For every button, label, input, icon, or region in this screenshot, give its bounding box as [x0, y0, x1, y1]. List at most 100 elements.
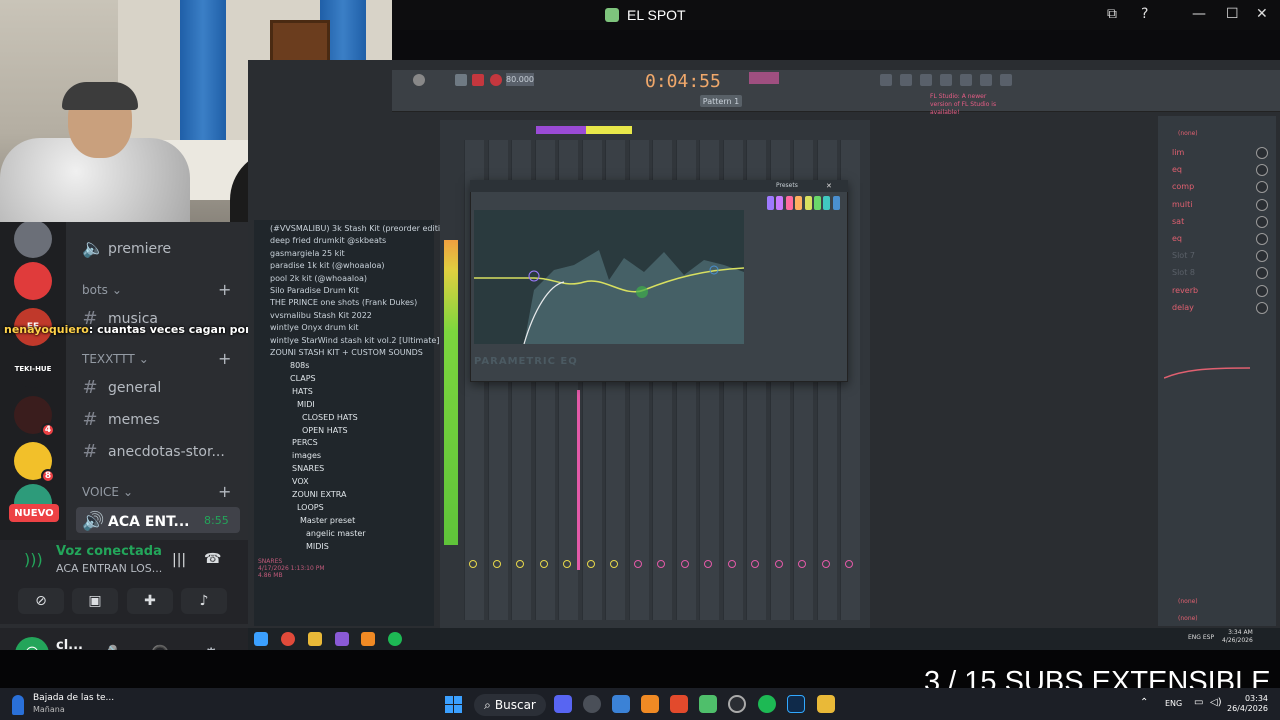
eq-band-button[interactable]	[795, 196, 803, 210]
fl-logo-icon[interactable]	[413, 74, 425, 86]
category-voice[interactable]: VOICE ⌄	[82, 485, 133, 499]
browser-item[interactable]: gasmargiela 25 kit	[270, 249, 345, 258]
browser-subfolder[interactable]: MIDI	[297, 400, 315, 409]
eq-band-button[interactable]	[767, 196, 774, 210]
fl-studio-taskbar-icon[interactable]	[641, 695, 659, 713]
mixer-knob[interactable]	[774, 560, 783, 568]
fx-mix-knob[interactable]	[1256, 215, 1268, 228]
fx-mix-knob[interactable]	[1256, 284, 1268, 297]
browser-item[interactable]: deep fried drumkit @skbeats	[270, 236, 386, 245]
weather-icon[interactable]	[12, 695, 24, 715]
close-button[interactable]: ✕	[1256, 6, 1268, 22]
server-icon-5[interactable]: 4	[14, 396, 55, 437]
browser-subfolder[interactable]: PERCS	[292, 438, 318, 447]
server-icon-teki-hue[interactable]: TEKI-HUE	[14, 350, 52, 388]
mixer-knob[interactable]	[469, 560, 477, 568]
play-icon[interactable]	[455, 74, 467, 86]
eq-band-button[interactable]	[804, 196, 812, 210]
activities-button[interactable]: ✚	[127, 588, 173, 614]
browser-item[interactable]: ZOUNI STASH KIT + CUSTOM SOUNDS	[270, 348, 423, 357]
camera-off-button[interactable]: ⊘	[18, 588, 64, 614]
browser-item[interactable]: (#VVSMALIBU) 3k Stash Kit (preorder edit…	[270, 224, 453, 233]
mixer-knob[interactable]	[657, 560, 665, 568]
song-time[interactable]: 0:04:55	[645, 71, 721, 92]
eq-band-button[interactable]	[814, 196, 821, 210]
record-icon[interactable]	[490, 74, 502, 86]
explorer-taskbar-icon[interactable]	[817, 695, 835, 713]
browser-subfolder[interactable]: angelic master	[306, 529, 366, 538]
category-bots[interactable]: bots ⌄	[82, 283, 122, 297]
browser-item[interactable]: THE PRINCE one shots (Frank Dukes)	[270, 298, 417, 307]
eq-band-button[interactable]	[832, 196, 840, 210]
fl-studio-icon[interactable]	[361, 632, 375, 646]
channel-memes[interactable]: # memes	[82, 409, 242, 430]
fx-mix-knob[interactable]	[1256, 198, 1268, 211]
toolbar-icon[interactable]	[920, 74, 932, 86]
fx-slot[interactable]: multi	[1172, 200, 1192, 209]
stop-icon[interactable]	[472, 74, 484, 86]
browser-item[interactable]: wintlye StarWind stash kit vol.2 [Ultima…	[270, 336, 439, 345]
volume-icon[interactable]: ◁)	[1210, 697, 1222, 708]
fx-mix-knob[interactable]	[1256, 233, 1268, 245]
mixer-knob[interactable]	[610, 560, 618, 568]
new-messages-badge[interactable]: NUEVO	[9, 504, 59, 522]
browser-item[interactable]: wintlye Onyx drum kit	[270, 323, 359, 332]
fx-slot[interactable]: eq	[1172, 234, 1182, 243]
mixer-knob[interactable]	[751, 560, 759, 568]
mixer-knob[interactable]	[633, 560, 642, 568]
channel-general[interactable]: # general	[82, 377, 242, 398]
chevron-up-icon[interactable]: ⌃	[1140, 697, 1148, 708]
folder-icon[interactable]	[308, 632, 322, 646]
mixer-knob[interactable]	[798, 560, 806, 568]
eq-band-button[interactable]	[785, 196, 793, 210]
browser-subfolder[interactable]: CLAPS	[290, 374, 316, 383]
browser-subfolder[interactable]: HATS	[292, 387, 313, 396]
server-icon-1[interactable]	[14, 220, 52, 258]
obs-taskbar-icon[interactable]	[728, 695, 746, 713]
weather-title[interactable]: Bajada de las te...	[33, 693, 114, 703]
eq-presets-button[interactable]: Presets	[776, 182, 798, 189]
browser-item[interactable]: paradise 1k kit (@whoaaloa)	[270, 261, 384, 270]
store-taskbar-icon[interactable]	[612, 695, 630, 713]
mixer-knob[interactable]	[563, 560, 571, 568]
browser-item[interactable]: pool 2k kit (@whoaaloa)	[270, 274, 367, 283]
browser-subfolder[interactable]: ZOUNI EXTRA	[292, 490, 347, 499]
network-icon[interactable]: ▭	[1194, 697, 1203, 708]
browser-subfolder[interactable]: Master preset	[300, 516, 355, 525]
toolbar-icon[interactable]	[980, 74, 992, 86]
fx-slot[interactable]: lim	[1172, 148, 1184, 157]
browser-subfolder[interactable]: VOX	[292, 477, 309, 486]
server-icon-angry-bird[interactable]	[14, 262, 52, 300]
toolbar-icon[interactable]	[900, 74, 912, 86]
mixer-knob[interactable]	[516, 560, 524, 568]
add-channel-icon[interactable]: +	[218, 482, 231, 501]
add-channel-icon[interactable]: +	[218, 349, 231, 368]
browser-subfolder[interactable]: 808s	[290, 361, 309, 370]
weather-subtitle[interactable]: Mañana	[33, 705, 65, 714]
fx-slot[interactable]: delay	[1172, 303, 1194, 312]
fx-input-select[interactable]: (none)	[1178, 130, 1198, 137]
update-hint[interactable]: FL Studio: A newer version of FL Studio …	[930, 93, 1010, 117]
voice-channel-name[interactable]: ACA ENTRAN LOS...	[56, 562, 162, 575]
browser-subfolder[interactable]: SNARES	[292, 464, 324, 473]
settings-taskbar-icon[interactable]	[583, 695, 601, 713]
windows-icon[interactable]	[254, 632, 268, 646]
toolbar-icon[interactable]	[960, 74, 972, 86]
chrome-icon[interactable]	[281, 632, 295, 646]
fx-mix-knob[interactable]	[1256, 301, 1268, 314]
brave-taskbar-icon[interactable]	[670, 695, 688, 713]
minimize-button[interactable]: —	[1192, 6, 1206, 22]
photoshop-taskbar-icon[interactable]	[787, 695, 805, 713]
fx-mix-knob[interactable]	[1256, 147, 1268, 159]
tray-language[interactable]: ENG	[1165, 699, 1182, 708]
toolbar-icon[interactable]	[1000, 74, 1012, 86]
fx-slot[interactable]: eq	[1172, 165, 1182, 174]
popout-icon[interactable]: ⧉	[1107, 6, 1117, 22]
fx-output-select[interactable]: (none)	[1178, 598, 1198, 605]
add-channel-icon[interactable]: +	[218, 280, 231, 299]
eq-graph[interactable]	[474, 210, 745, 345]
soundboard-button[interactable]: ♪	[181, 588, 227, 614]
server-icon-6[interactable]: 8	[14, 442, 55, 483]
mixer-knob[interactable]	[727, 560, 736, 568]
discord-taskbar-icon[interactable]	[554, 695, 572, 713]
